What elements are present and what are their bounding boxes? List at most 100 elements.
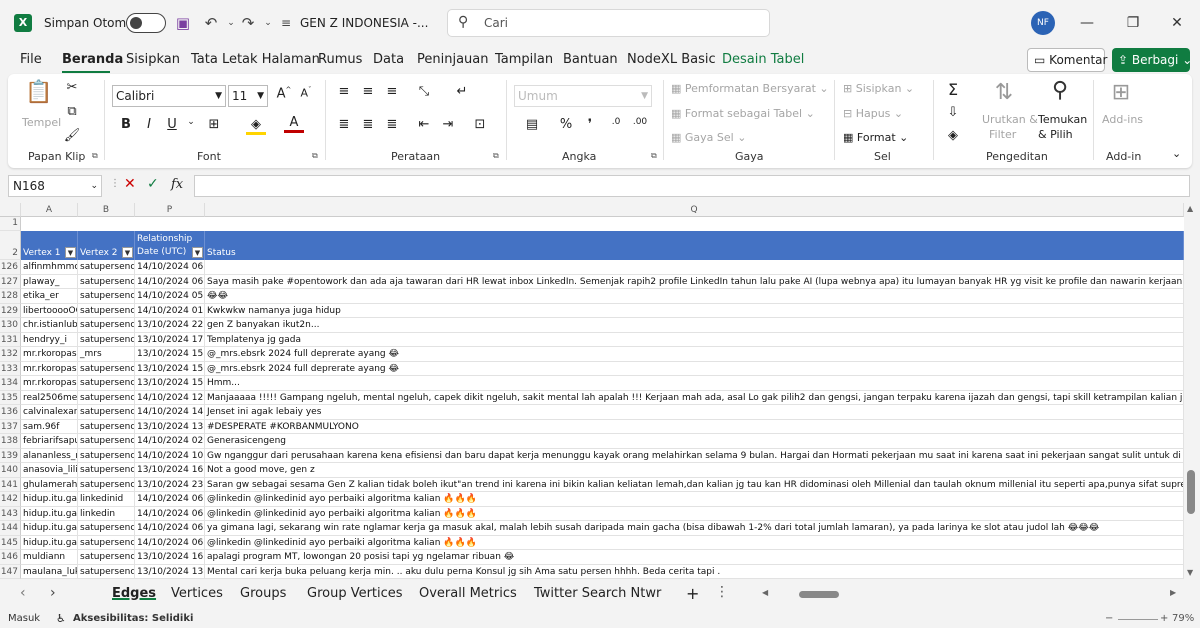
- table-cell-b[interactable]: satupersenc: [78, 463, 135, 478]
- sheet-menu-icon[interactable]: ⋮: [715, 584, 729, 600]
- scroll-down-icon[interactable]: ▼: [1187, 568, 1193, 577]
- table-cell-p[interactable]: 13/10/2024 17: [135, 332, 205, 347]
- menu-peninjauan[interactable]: Peninjauan: [417, 52, 489, 67]
- table-cell-a[interactable]: real2506me: [21, 390, 78, 405]
- cell-styles-button[interactable]: ▦ Gaya Sel ⌄: [671, 131, 746, 144]
- table-cell-q[interactable]: gen Z banyakan ikut2n...: [205, 318, 1184, 333]
- table-cell-b[interactable]: satupersenc: [78, 390, 135, 405]
- conditional-formatting-button[interactable]: ▦ Pemformatan Bersyarat ⌄: [671, 82, 829, 95]
- redo-icon[interactable]: ↷: [237, 12, 259, 34]
- row-header[interactable]: 142: [0, 492, 21, 507]
- table-cell-p[interactable]: 14/10/2024 14: [135, 405, 205, 420]
- find-select-icon[interactable]: ⚲: [1045, 78, 1075, 103]
- decrease-indent-icon[interactable]: ⇤: [414, 117, 434, 132]
- sheet-tab-group-vertices[interactable]: Group Vertices: [307, 586, 403, 601]
- row-header[interactable]: 147: [0, 564, 21, 579]
- filter-dropdown-icon[interactable]: ▼: [65, 247, 76, 258]
- accessibility-status[interactable]: Aksesibilitas: Selidiki: [73, 613, 193, 624]
- table-cell-a[interactable]: hidup.itu.gar: [21, 535, 78, 550]
- font-color-icon[interactable]: A: [284, 115, 304, 133]
- row-header[interactable]: 137: [0, 419, 21, 434]
- row-header[interactable]: 130: [0, 318, 21, 333]
- copy-icon[interactable]: ⧉: [62, 104, 82, 119]
- table-cell-q[interactable]: Templatenya jg gada: [205, 332, 1184, 347]
- table-cell-a[interactable]: chr.istianlub: [21, 318, 78, 333]
- align-bottom-icon[interactable]: ≡: [382, 84, 402, 99]
- table-cell-q[interactable]: Manjaaaaa !!!!! Gampang ngeluh, mental n…: [205, 390, 1184, 405]
- font-launcher-icon[interactable]: ⧉: [312, 151, 318, 161]
- row-header[interactable]: 139: [0, 448, 21, 463]
- table-cell-q[interactable]: Mental cari kerja buka peluang kerja min…: [205, 564, 1184, 579]
- decrease-decimal-icon[interactable]: .00: [630, 117, 650, 127]
- row-header-2[interactable]: 2: [0, 231, 21, 260]
- row-header[interactable]: 134: [0, 376, 21, 391]
- merge-center-icon[interactable]: ⊡: [470, 117, 490, 132]
- increase-indent-icon[interactable]: ⇥: [438, 117, 458, 132]
- table-cell-a[interactable]: libertooooOC: [21, 303, 78, 318]
- table-cell-q[interactable]: Jenset ini agak lebaiy yes: [205, 405, 1184, 420]
- table-cell-b[interactable]: satupersenc: [78, 318, 135, 333]
- table-cell-b[interactable]: satupersenc: [78, 419, 135, 434]
- close-icon[interactable]: ✕: [1165, 12, 1189, 34]
- table-cell-b[interactable]: satupersenc: [78, 477, 135, 492]
- search-box[interactable]: ⚲ Cari: [447, 9, 770, 37]
- insert-cells-button[interactable]: ⊞ Sisipkan ⌄: [843, 82, 914, 95]
- table-cell-b[interactable]: satupersenc: [78, 303, 135, 318]
- column-header-b[interactable]: B: [78, 203, 135, 217]
- scroll-right-icon[interactable]: ▶: [1170, 588, 1176, 597]
- select-all[interactable]: [0, 203, 21, 217]
- table-cell-b[interactable]: satupersenc: [78, 361, 135, 376]
- table-cell-b[interactable]: linkedinid: [78, 492, 135, 507]
- sheet-tab-overall-metrics[interactable]: Overall Metrics: [419, 586, 517, 601]
- table-cell-a[interactable]: hendryy_i: [21, 332, 78, 347]
- formula-input[interactable]: [194, 175, 1190, 197]
- autosave-toggle[interactable]: [126, 13, 166, 33]
- autosum-icon[interactable]: Σ: [943, 80, 963, 99]
- row-header[interactable]: 144: [0, 521, 21, 536]
- wrap-text-icon[interactable]: ↵: [452, 84, 472, 99]
- underline-dropdown-icon[interactable]: ⌄: [181, 117, 201, 127]
- table-cell-b[interactable]: satupersenc: [78, 289, 135, 304]
- table-cell-p[interactable]: 14/10/2024 06: [135, 506, 205, 521]
- table-cell-q[interactable]: Saya masih pake #opentowork dan ada aja …: [205, 274, 1184, 289]
- table-cell-q[interactable]: Kwkwkw namanya juga hidup: [205, 303, 1184, 318]
- zoom-slider[interactable]: [1118, 619, 1158, 620]
- row-header[interactable]: 133: [0, 361, 21, 376]
- table-cell-q[interactable]: Generasicengeng: [205, 434, 1184, 449]
- table-cell-b[interactable]: satupersenc: [78, 521, 135, 536]
- table-cell-b[interactable]: satupersenc: [78, 376, 135, 391]
- table-cell-q[interactable]: 😂😂: [205, 289, 1184, 304]
- menu-tampilan[interactable]: Tampilan: [495, 52, 553, 67]
- collapse-ribbon-icon[interactable]: ⌄: [1172, 147, 1181, 160]
- table-cell-b[interactable]: satupersenc: [78, 405, 135, 420]
- orientation-icon[interactable]: ⤡: [414, 84, 434, 99]
- font-size-select[interactable]: 11 ▼: [228, 85, 268, 107]
- row-header[interactable]: 143: [0, 506, 21, 521]
- scroll-up-icon[interactable]: ▲: [1187, 204, 1193, 213]
- table-cell-a[interactable]: etika_er: [21, 289, 78, 304]
- vertical-scrollbar[interactable]: [1184, 203, 1200, 579]
- table-cell-a[interactable]: mr.rkoropas: [21, 376, 78, 391]
- menu-data[interactable]: Data: [373, 52, 404, 67]
- format-as-table-button[interactable]: ▦ Format sebagai Tabel ⌄: [671, 107, 815, 120]
- table-cell-q[interactable]: @_mrs.ebsrk 2024 full deprerate ayang 😂: [205, 361, 1184, 376]
- table-cell-p[interactable]: 14/10/2024 10: [135, 448, 205, 463]
- row-header[interactable]: 140: [0, 463, 21, 478]
- menu-beranda[interactable]: Beranda: [62, 52, 123, 67]
- table-cell-a[interactable]: sam.96f: [21, 419, 78, 434]
- table-cell-q[interactable]: @linkedin @linkedinid ayo perbaiki algor…: [205, 506, 1184, 521]
- prev-sheet-icon[interactable]: ‹: [20, 585, 26, 601]
- table-cell-a[interactable]: muldiann: [21, 550, 78, 565]
- scroll-left-icon[interactable]: ◀: [762, 588, 768, 597]
- delete-cells-button[interactable]: ⊟ Hapus ⌄: [843, 107, 903, 120]
- row-header[interactable]: 146: [0, 550, 21, 565]
- table-cell-a[interactable]: ghulamerah_: [21, 477, 78, 492]
- align-center-icon[interactable]: ≣: [358, 117, 378, 132]
- cut-icon[interactable]: ✂: [62, 80, 82, 95]
- row-header[interactable]: 135: [0, 390, 21, 405]
- table-cell-a[interactable]: maulana_luk: [21, 564, 78, 579]
- decrease-font-icon[interactable]: Aˇ: [296, 86, 316, 100]
- align-right-icon[interactable]: ≣: [382, 117, 402, 132]
- table-cell-q[interactable]: #DESPERATE #KORBANMULYONO: [205, 419, 1184, 434]
- filter-dropdown-icon[interactable]: ▼: [192, 247, 203, 258]
